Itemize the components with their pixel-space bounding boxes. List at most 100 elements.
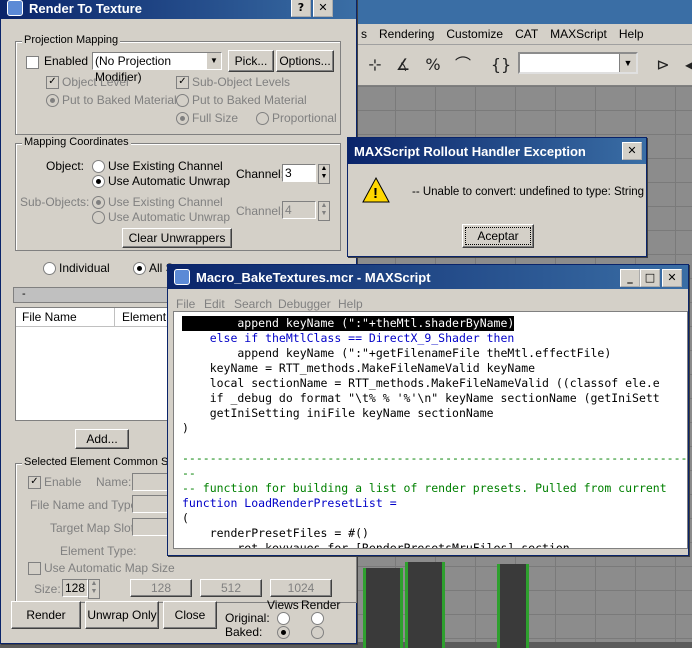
sub-object-levels-label: Sub-Object Levels	[192, 75, 291, 89]
element-type-label: Element Type:	[60, 544, 137, 558]
unwrap-only-button[interactable]: Unwrap Only	[85, 601, 159, 629]
add-element-button[interactable]: Add...	[75, 429, 129, 449]
editor-menu-search[interactable]: Search	[234, 297, 272, 311]
object-label: Object:	[46, 159, 85, 173]
close-icon[interactable]: ✕	[313, 0, 333, 17]
maxscript-editor-window: Macro_BakeTextures.mcr - MAXScript _ □ ✕…	[167, 264, 689, 556]
enable-checkbox[interactable]: ✓	[28, 476, 41, 489]
render-column-label: Render	[301, 598, 341, 612]
sub-use-existing-channel-label: Use Existing Channel	[108, 195, 223, 209]
percent-snap-icon[interactable]: %	[421, 53, 445, 77]
render-button[interactable]: Render	[11, 601, 81, 629]
sub-channel-input[interactable]: 4	[282, 201, 316, 219]
maximize-icon[interactable]: □	[640, 269, 660, 287]
size-spinner[interactable]: ▲ ▼	[88, 579, 100, 599]
sub-put-to-baked-material-label: Put to Baked Material	[192, 93, 307, 107]
chevron-down-icon: ▼	[207, 53, 221, 69]
max-menu-partial[interactable]: s	[361, 27, 367, 41]
code-line: getIniSetting iniFile keyName sectionNam…	[182, 406, 494, 420]
max-menu-rendering[interactable]: Rendering	[379, 27, 434, 41]
use-existing-channel-radio[interactable]	[92, 160, 105, 173]
original-label: Original:	[225, 611, 270, 625]
editor-menu-file[interactable]: File	[176, 297, 195, 311]
max-menu-help[interactable]: Help	[619, 27, 644, 41]
max-menu-customize[interactable]: Customize	[446, 27, 503, 41]
element-name-input[interactable]	[132, 473, 172, 491]
close-icon[interactable]: ✕	[662, 269, 682, 287]
sub-objects-label: Sub-Objects:	[20, 195, 90, 209]
align-icon[interactable]: ◂	[677, 53, 692, 77]
file-name-type-input[interactable]	[132, 495, 172, 513]
snap-3d-icon[interactable]: ⊹	[363, 53, 387, 77]
use-automatic-unwrap-label: Use Automatic Unwrap	[108, 174, 231, 188]
max-menu-maxscript[interactable]: MAXScript	[550, 27, 607, 41]
original-views-radio[interactable]	[277, 612, 290, 625]
size-preset-1024[interactable]: 1024	[270, 579, 332, 597]
editor-titlebar: Macro_BakeTextures.mcr - MAXScript _ □ ✕	[168, 265, 688, 289]
editor-menu-edit[interactable]: Edit	[204, 297, 225, 311]
close-button[interactable]: Close	[163, 601, 217, 629]
projection-enabled-checkbox[interactable]	[26, 56, 39, 69]
spinner-snap-icon[interactable]: ⌒	[451, 53, 475, 77]
full-size-label: Full Size	[192, 111, 239, 125]
file-name-type-label: File Name and Type:	[30, 498, 141, 512]
editor-menu-debugger[interactable]: Debugger	[278, 297, 331, 311]
sub-channel-spinner[interactable]: ▲ ▼	[318, 201, 330, 221]
sub-object-levels-checkbox[interactable]: ✓	[176, 76, 189, 89]
channel-input[interactable]: 3	[282, 164, 316, 182]
column-file-name[interactable]: File Name	[22, 310, 77, 324]
help-icon[interactable]: ?	[291, 0, 311, 17]
original-render-radio[interactable]	[311, 612, 324, 625]
projection-modifier-select[interactable]: (No Projection Modifier) ▼	[92, 52, 222, 84]
use-automatic-unwrap-radio[interactable]	[92, 175, 105, 188]
angle-snap-icon[interactable]: ∡	[391, 53, 415, 77]
size-input[interactable]: 128	[62, 579, 88, 597]
use-auto-map-size-checkbox[interactable]	[28, 562, 41, 575]
all-selected-radio[interactable]	[133, 262, 146, 275]
mirror-icon[interactable]: ⊳	[651, 53, 675, 77]
size-preset-512[interactable]: 512	[200, 579, 262, 597]
pick-button[interactable]: Pick...	[228, 50, 274, 72]
named-selection-dropdown[interactable]: ▼	[518, 52, 638, 74]
enable-label: Enable	[44, 475, 82, 489]
warning-glyph: !	[373, 185, 378, 202]
mapping-coordinates-group: Mapping Coordinates Object: Use Existing…	[15, 136, 341, 251]
minimize-icon[interactable]: _	[620, 269, 640, 287]
size-preset-128[interactable]: 128	[130, 579, 192, 597]
code-editor[interactable]: append keyName (":"+theMtl.shaderByName)…	[173, 311, 688, 549]
enabled-label: Enabled	[44, 54, 89, 68]
individual-radio[interactable]	[43, 262, 56, 275]
object-level-checkbox[interactable]: ✓	[46, 76, 59, 89]
editor-menu-help[interactable]: Help	[338, 297, 363, 311]
code-line: renderPresetFiles = #()	[182, 526, 369, 540]
sub-channel-label: Channel:	[236, 204, 285, 218]
chevron-down-icon: ▼	[619, 54, 636, 72]
group-label: Projection Mapping	[22, 34, 121, 46]
code-line: local sectionName = RTT_methods.MakeFile…	[182, 376, 660, 390]
put-to-baked-material-radio[interactable]	[46, 94, 59, 107]
viewport-object	[405, 562, 445, 648]
exception-message: -- Unable to convert: undefined to type:…	[412, 186, 645, 198]
baked-render-radio[interactable]	[311, 626, 324, 639]
size-label: Size:	[34, 582, 61, 596]
sub-use-existing-channel-radio[interactable]	[92, 196, 105, 209]
sub-use-automatic-unwrap-radio[interactable]	[92, 211, 105, 224]
channel-spinner[interactable]: ▲ ▼	[318, 164, 330, 184]
options-button[interactable]: Options...	[276, 50, 334, 72]
views-label: Views	[267, 598, 299, 612]
code-line: ret keyvaues for [RenderPresetsMruFiles]…	[182, 541, 570, 548]
target-map-slot-select[interactable]	[132, 518, 172, 536]
code-line: append keyName (":"+getFilenameFile theM…	[182, 346, 612, 360]
max-menu-cat[interactable]: CAT	[515, 27, 538, 41]
baked-views-radio[interactable]	[277, 626, 290, 639]
viewport-object	[497, 564, 529, 648]
code-line: else if theMtlClass == DirectX_9_Shader …	[182, 331, 515, 345]
close-icon[interactable]: ✕	[622, 142, 642, 160]
baked-label: Baked:	[225, 625, 263, 639]
accept-button[interactable]: Aceptar	[462, 224, 534, 248]
clear-unwrappers-button[interactable]: Clear Unwrappers	[122, 228, 232, 248]
named-selection-icon[interactable]: {}	[489, 53, 513, 77]
sub-put-to-baked-material-radio[interactable]	[176, 94, 189, 107]
proportional-radio[interactable]	[256, 112, 269, 125]
full-size-radio[interactable]	[176, 112, 189, 125]
